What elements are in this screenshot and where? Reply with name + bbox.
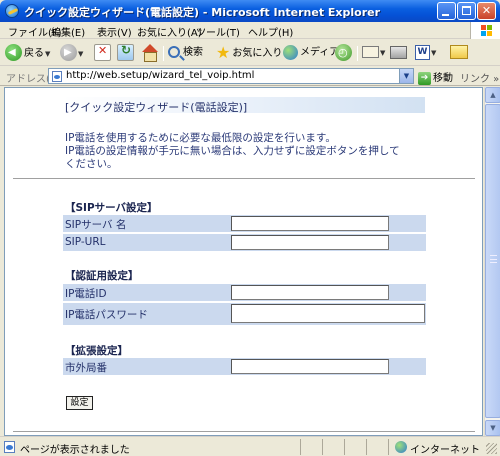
media-label: メディア	[300, 47, 340, 58]
back-button[interactable]: 戻る▼	[5, 44, 50, 62]
history-button[interactable]	[335, 44, 352, 62]
page-content: [クイック設定ウィザード(電話設定)] IP電話を使用するために必要な最低限の設…	[5, 88, 482, 435]
printer-icon	[390, 45, 407, 59]
menu-tools[interactable]: ツール(T)	[196, 24, 240, 39]
history-icon	[335, 44, 352, 61]
refresh-button[interactable]	[117, 43, 134, 61]
address-bar: アドレス(D) http://web.setup/wizard_tel_voip…	[0, 66, 500, 86]
mail-button[interactable]: ▼	[362, 44, 385, 62]
toolbar-separator	[163, 46, 164, 61]
page-viewport: [クイック設定ウィザード(電話設定)] IP電話を使用するために必要な最低限の設…	[4, 87, 483, 436]
submit-button[interactable]: 設定	[66, 396, 93, 410]
address-dropdown-button[interactable]: ▼	[399, 69, 413, 83]
area-code-input[interactable]	[231, 359, 389, 374]
toolbar: 戻る▼ ▼ 検索 ★お気に入り メディア ▼ W▼	[0, 40, 500, 66]
menu-bar: ファイル(F) 編集(E) 表示(V) お気に入り(A) ツール(T) ヘルプ(…	[0, 22, 500, 39]
folder-button[interactable]	[450, 44, 468, 62]
forward-arrow-icon	[60, 44, 77, 61]
page-icon	[4, 441, 15, 453]
star-icon: ★	[216, 43, 231, 62]
sip-server-name-input[interactable]	[231, 216, 389, 231]
auth-section-title: 【認証用設定】	[65, 270, 139, 282]
scroll-up-button[interactable]: ▲	[485, 87, 500, 103]
divider	[13, 178, 475, 180]
media-button[interactable]: メディア	[283, 44, 339, 62]
menu-favorites[interactable]: お気に入り(A)	[137, 24, 202, 39]
scroll-down-button[interactable]: ▼	[485, 420, 500, 436]
status-text: ページが表示されました	[20, 445, 130, 456]
status-bar: ページが表示されました インターネット	[0, 436, 500, 456]
vertical-scrollbar[interactable]: ▲ ▼	[484, 87, 500, 436]
minimize-button[interactable]	[437, 2, 456, 20]
folder-icon	[450, 45, 468, 59]
page-title: [クイック設定ウィザード(電話設定)]	[65, 101, 248, 114]
sip-url-label: SIP-URL	[65, 236, 106, 248]
address-url: http://web.setup/wizard_tel_voip.html	[66, 70, 255, 81]
favorites-label: お気に入り	[232, 48, 283, 59]
search-icon	[168, 46, 180, 58]
mail-icon	[362, 46, 379, 58]
menu-view[interactable]: 表示(V)	[97, 24, 132, 39]
menu-edit[interactable]: 編集(E)	[51, 24, 85, 39]
home-button[interactable]	[141, 44, 158, 62]
ip-phone-password-label: IP電話パスワード	[65, 309, 148, 321]
internet-zone-icon	[395, 441, 407, 453]
area-code-label: 市外局番	[65, 362, 107, 374]
word-icon: W	[415, 44, 430, 60]
menu-help[interactable]: ヘルプ(H)	[248, 24, 293, 39]
favorites-button[interactable]: ★ お気に入り	[216, 44, 282, 62]
go-arrow-icon: ➔	[418, 71, 431, 85]
print-button[interactable]	[390, 44, 407, 62]
sip-section-title: 【SIPサーバ設定】	[65, 202, 158, 214]
edit-button[interactable]: W ▼	[415, 44, 436, 62]
ip-phone-password-input[interactable]	[231, 304, 425, 323]
page-icon	[52, 71, 62, 82]
toolbar-separator	[357, 46, 358, 61]
scroll-thumb[interactable]	[485, 104, 500, 418]
search-button[interactable]: 検索	[168, 44, 203, 62]
divider	[13, 431, 475, 433]
maximize-button[interactable]	[457, 2, 476, 20]
ext-section-title: 【拡張設定】	[65, 345, 128, 357]
back-label: 戻る	[24, 47, 44, 59]
ip-phone-id-input[interactable]	[231, 285, 389, 300]
sip-server-name-label: SIPサーバ 名	[65, 219, 127, 231]
sip-url-input[interactable]	[231, 235, 389, 250]
links-button[interactable]: リンク »	[460, 70, 499, 85]
window-title: クイック設定ウィザード(電話設定) - Microsoft Internet E…	[24, 6, 381, 19]
security-zone-label: インターネット	[410, 445, 480, 456]
windows-logo-icon	[470, 22, 500, 39]
search-label: 検索	[183, 47, 203, 58]
ip-phone-id-label: IP電話ID	[65, 288, 107, 300]
forward-button[interactable]: ▼	[60, 44, 83, 62]
go-button[interactable]: ➔ 移動	[418, 69, 453, 85]
address-input[interactable]: http://web.setup/wizard_tel_voip.html ▼	[48, 68, 414, 84]
ie-logo-icon	[5, 4, 19, 18]
close-button[interactable]: ✕	[477, 2, 496, 20]
intro-line: ください。	[65, 158, 118, 170]
title-bar: クイック設定ウィザード(電話設定) - Microsoft Internet E…	[0, 0, 500, 22]
go-label: 移動	[433, 73, 453, 84]
resize-grip[interactable]	[486, 443, 497, 454]
back-arrow-icon	[5, 44, 22, 61]
stop-button[interactable]	[94, 44, 111, 61]
media-icon	[283, 44, 298, 60]
